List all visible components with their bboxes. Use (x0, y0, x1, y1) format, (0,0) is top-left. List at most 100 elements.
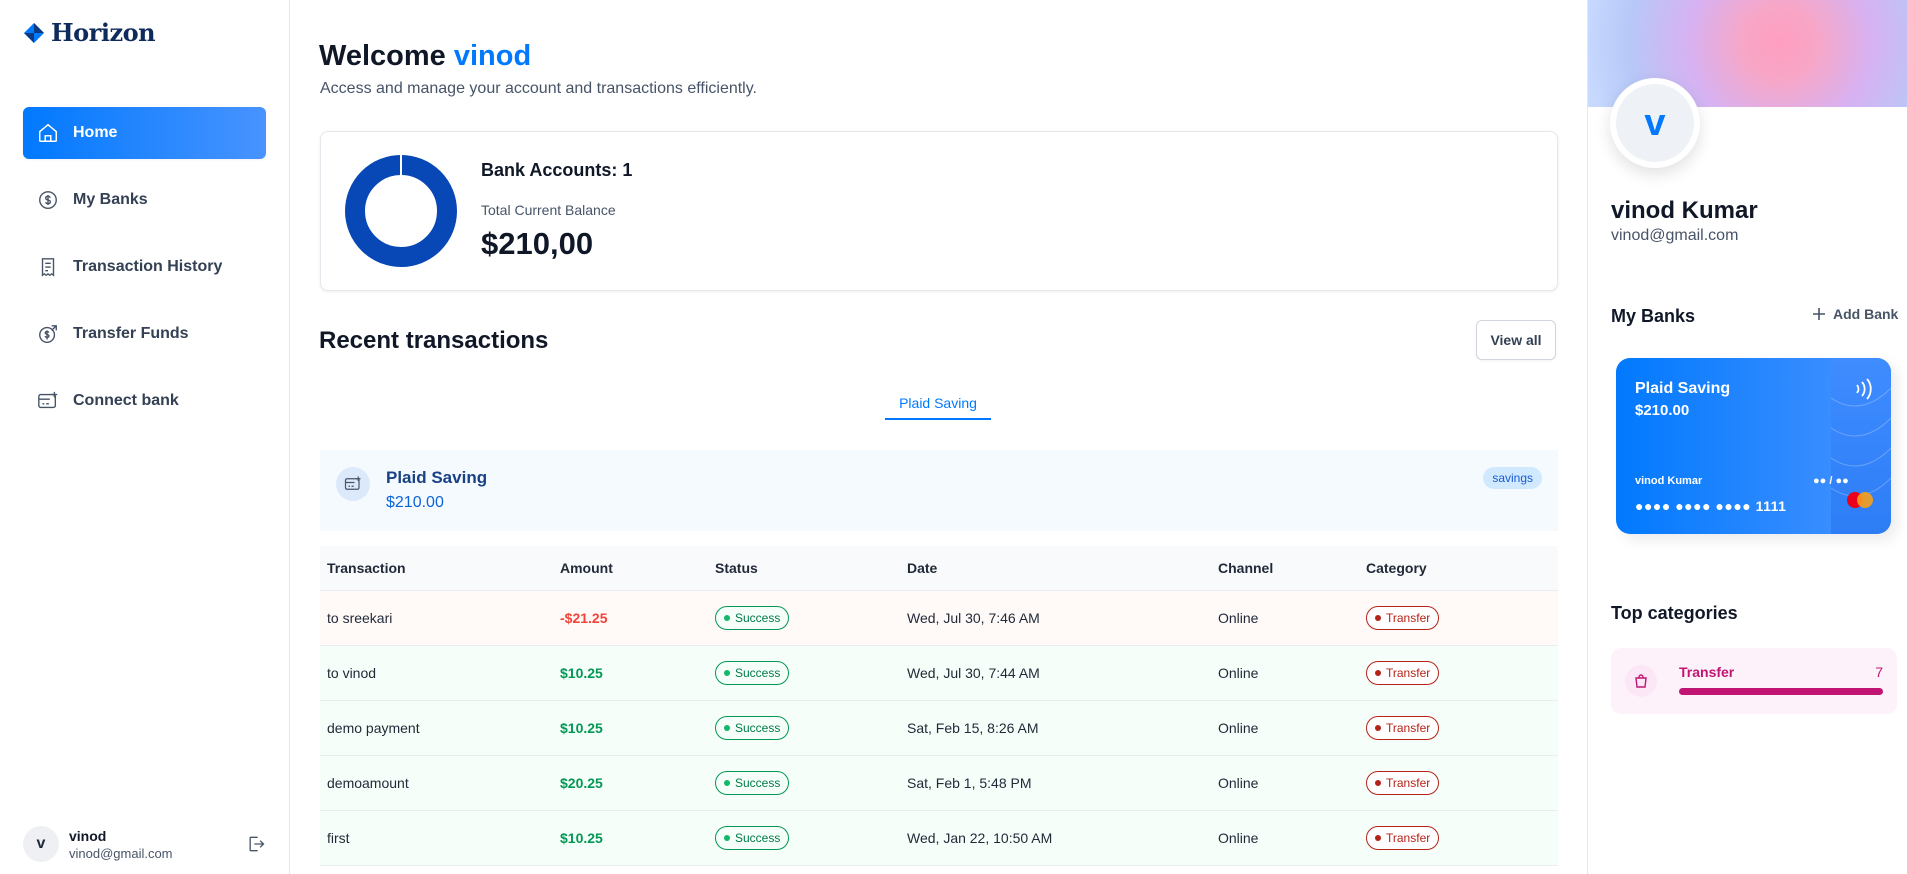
avatar[interactable]: v (23, 826, 59, 862)
card-number: ●●●● ●●●● ●●●● 1111 (1635, 498, 1787, 514)
transaction-channel: Online (1218, 665, 1259, 681)
right-sidebar: v vinod Kumar vinod@gmail.com My Banks A… (1587, 0, 1907, 874)
app: Horizon Home My Banks Transaction Histor… (0, 0, 1907, 874)
category-text: Transfer (1386, 776, 1431, 790)
column-header-status: Status (715, 560, 758, 576)
transaction-date: Wed, Jan 22, 10:50 AM (907, 830, 1053, 846)
sidebar-user-info: vinod vinod@gmail.com (69, 828, 236, 861)
sidebar-item-transaction-history[interactable]: Transaction History (23, 241, 266, 293)
transaction-date: Wed, Jul 30, 7:44 AM (907, 665, 1040, 681)
brand-name: Horizon (51, 18, 156, 47)
horizon-logo-icon (24, 22, 44, 43)
category-progress-bar (1679, 688, 1883, 695)
total-balance-value: $210,00 (481, 226, 594, 261)
category-text: Transfer (1386, 666, 1431, 680)
sidebar-item-home[interactable]: Home (23, 107, 266, 159)
total-balance-card: Bank Accounts: 1 Total Current Balance $… (320, 131, 1558, 291)
table-header: Transaction Amount Status Date Channel C… (320, 546, 1558, 591)
money-send-icon (39, 325, 57, 343)
main-content: Welcome vinod Access and manage your acc… (290, 0, 1587, 874)
status-badge: Success (715, 826, 790, 850)
sidebar-item-label: Transaction History (73, 258, 223, 275)
category-icon-wrapper (1625, 665, 1657, 697)
category-dot-icon (1375, 725, 1381, 731)
status-dot-icon (724, 725, 730, 731)
table-row[interactable]: to vinod $10.25 Success Wed, Jul 30, 7:4… (320, 646, 1558, 701)
status-badge: Success (715, 771, 790, 795)
status-dot-icon (724, 835, 730, 841)
receipt-icon (41, 258, 55, 277)
sidebar-user-email: vinod@gmail.com (69, 845, 173, 861)
recent-transactions-title: Recent transactions (319, 327, 549, 354)
category-name: Transfer (1679, 664, 1735, 680)
sidebar-nav: Home My Banks Transaction History Transf… (23, 107, 266, 442)
my-banks-title: My Banks (1611, 306, 1696, 326)
column-header-transaction: Transaction (327, 560, 406, 576)
card-balance: $210.00 (1635, 402, 1690, 419)
transaction-channel: Online (1218, 610, 1259, 626)
total-balance-label: Total Current Balance (481, 202, 616, 218)
logout-icon[interactable] (246, 834, 266, 854)
plus-icon (1813, 308, 1825, 320)
account-icon-wrapper (336, 467, 370, 501)
category-dot-icon (1375, 615, 1381, 621)
sidebar-item-label: Home (73, 124, 118, 141)
status-badge: Success (715, 716, 790, 740)
status-dot-icon (724, 615, 730, 621)
status-dot-icon (724, 670, 730, 676)
card-bank-name: Plaid Saving (1635, 380, 1731, 397)
status-text: Success (735, 776, 781, 790)
add-bank-button[interactable]: Add Bank (1812, 306, 1898, 322)
logo[interactable]: Horizon (23, 18, 156, 47)
account-summary[interactable]: Plaid Saving $210.00 savings (320, 450, 1558, 531)
category-item-transfer[interactable]: Transfer 7 (1611, 648, 1897, 714)
table-row[interactable]: demo payment $10.25 Success Sat, Feb 15,… (320, 701, 1558, 756)
sidebar-item-label: Connect bank (73, 392, 179, 409)
page-title: Welcome vinod (319, 40, 531, 73)
card-expiry: ●● / ●● (1813, 475, 1849, 487)
transaction-date: Sat, Feb 1, 5:48 PM (907, 775, 1032, 791)
category-badge: Transfer (1366, 771, 1440, 795)
dollar-circle-icon (39, 191, 57, 209)
card-add-icon (344, 476, 361, 490)
transaction-amount: $20.25 (560, 775, 603, 791)
status-badge: Success (715, 661, 790, 685)
status-text: Success (735, 721, 781, 735)
transaction-amount: $10.25 (560, 720, 603, 736)
bank-card[interactable]: Plaid Saving $210.00 vinod Kumar ●● / ●●… (1616, 358, 1891, 534)
welcome-prefix: Welcome (319, 40, 446, 72)
sidebar-item-my-banks[interactable]: My Banks (23, 174, 266, 226)
account-type-badge: savings (1483, 467, 1542, 489)
transaction-name: demoamount (327, 775, 409, 791)
status-text: Success (735, 831, 781, 845)
transaction-amount: $10.25 (560, 830, 603, 846)
sidebar-item-connect-bank[interactable]: Connect bank (23, 375, 266, 427)
view-all-button[interactable]: View all (1476, 320, 1556, 360)
transaction-channel: Online (1218, 830, 1259, 846)
transactions-table: Transaction Amount Status Date Channel C… (320, 546, 1558, 866)
transaction-name: first (327, 830, 350, 846)
add-bank-label: Add Bank (1833, 306, 1899, 322)
card-holder-name: vinod Kumar (1635, 475, 1703, 487)
sidebar-user-footer: v vinod vinod@gmail.com (23, 826, 266, 862)
transaction-channel: Online (1218, 720, 1259, 736)
sidebar-item-transfer-funds[interactable]: Transfer Funds (23, 308, 266, 360)
tab-plaid-saving[interactable]: Plaid Saving (885, 388, 991, 420)
category-badge: Transfer (1366, 826, 1440, 850)
category-text: Transfer (1386, 721, 1431, 735)
transaction-date: Wed, Jul 30, 7:46 AM (907, 610, 1040, 626)
column-header-date: Date (907, 560, 938, 576)
category-text: Transfer (1386, 611, 1431, 625)
column-header-channel: Channel (1218, 560, 1274, 576)
top-categories-title: Top categories (1611, 603, 1738, 623)
transaction-amount: -$21.25 (560, 610, 608, 626)
category-dot-icon (1375, 835, 1381, 841)
table-row[interactable]: first $10.25 Success Wed, Jan 22, 10:50 … (320, 811, 1558, 866)
category-badge: Transfer (1366, 606, 1440, 630)
profile-avatar[interactable]: v (1610, 78, 1700, 168)
transaction-date: Sat, Feb 15, 8:26 AM (907, 720, 1039, 736)
table-row[interactable]: demoamount $20.25 Success Sat, Feb 1, 5:… (320, 756, 1558, 811)
table-row[interactable]: to sreekari -$21.25 Success Wed, Jul 30,… (320, 591, 1558, 646)
transaction-name: to sreekari (327, 610, 393, 626)
status-badge: Success (715, 606, 790, 630)
